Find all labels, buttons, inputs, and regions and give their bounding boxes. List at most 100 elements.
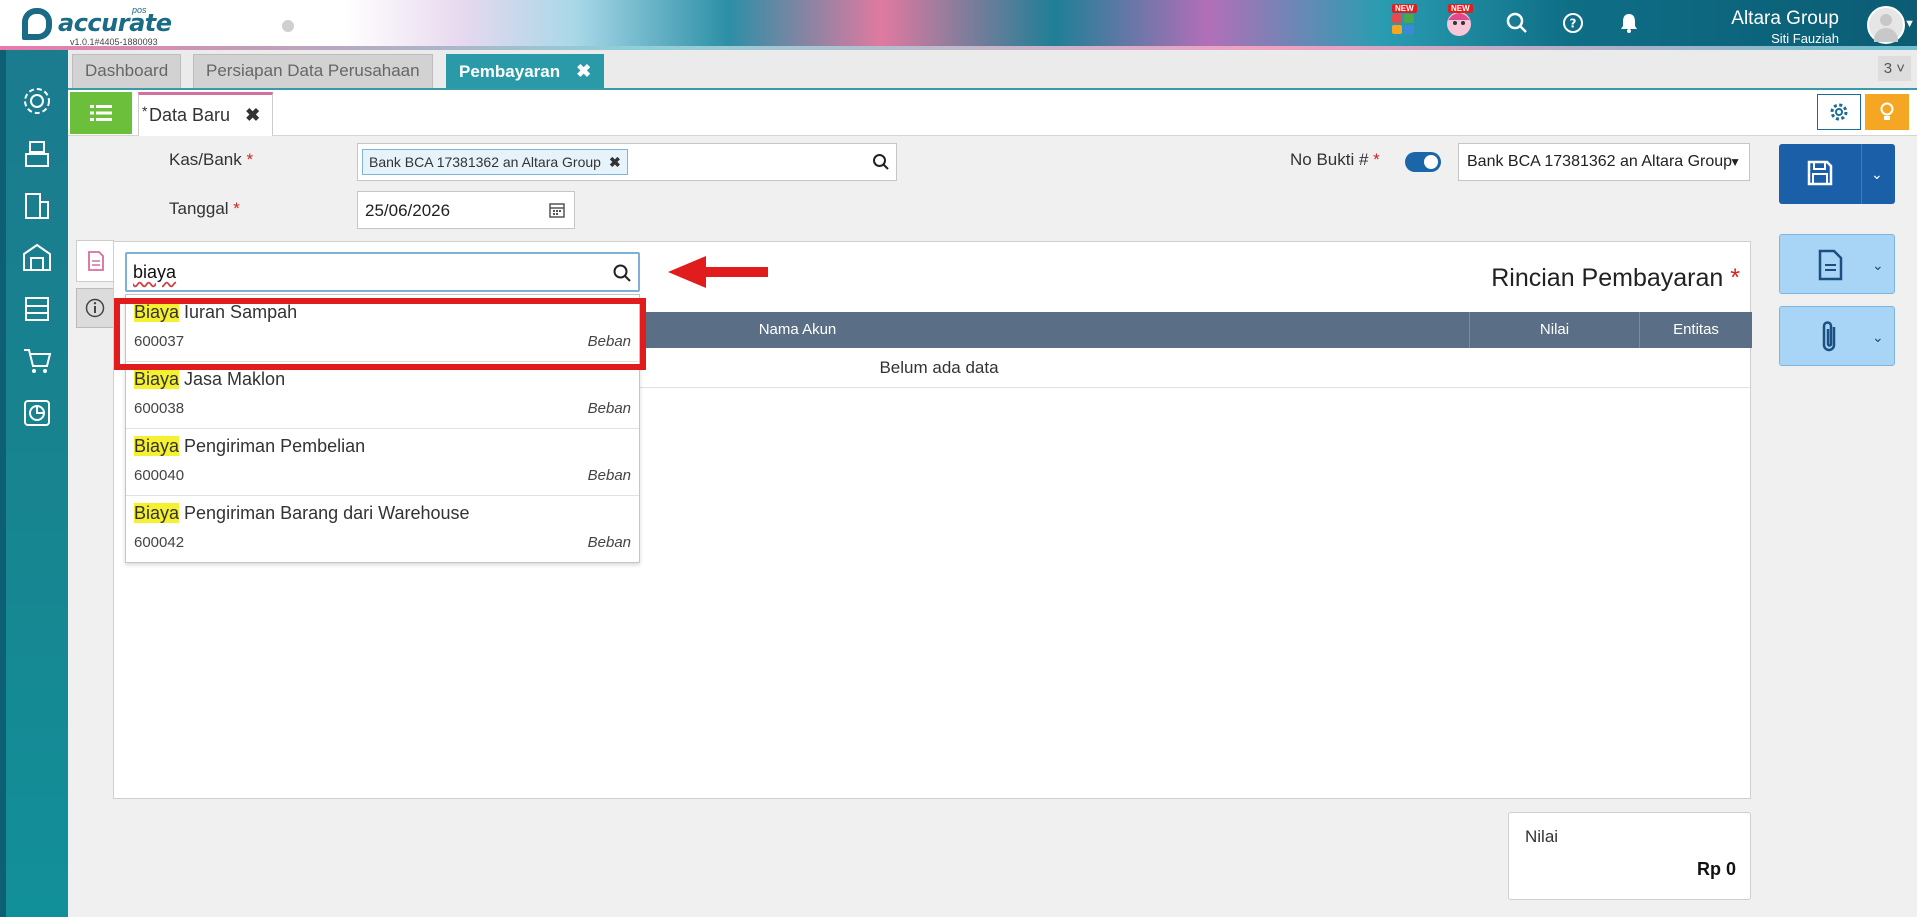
apps-grid-icon [1392, 14, 1414, 34]
gear-icon [1830, 103, 1848, 121]
info-icon [85, 298, 105, 318]
new-badge: NEW [1448, 4, 1473, 13]
annotation-arrow-icon [668, 256, 768, 288]
result-code: 600038 [134, 400, 185, 417]
nilai-label: Nilai [1525, 827, 1559, 846]
result-name: Biaya Pengiriman Pembelian [134, 436, 366, 456]
kas-bank-field[interactable]: Bank BCA 17381362 an Altara Group ✖ [357, 143, 897, 181]
inventory-icon[interactable] [20, 292, 54, 326]
tab-label: Dashboard [85, 61, 169, 80]
no-bukti-label: No Bukti # * [1290, 150, 1380, 169]
nilai-value: Rp 0 [1696, 859, 1736, 879]
kas-bank-label: Kas/Bank * [169, 150, 254, 169]
no-bukti-auto-toggle[interactable] [1405, 152, 1441, 172]
no-bukti-select-value: Bank BCA 17381362 an Altara Group [1467, 153, 1733, 170]
search-icon [1506, 12, 1527, 33]
apps-button[interactable]: NEW [1388, 4, 1418, 38]
nilai-summary: Nilai Rp 0 [1508, 812, 1751, 900]
divider [1861, 144, 1862, 204]
column-entitas[interactable]: Entitas [1639, 312, 1752, 348]
column-nilai[interactable]: Nilai [1469, 312, 1639, 348]
list-icon [90, 105, 112, 121]
document-icon [87, 251, 104, 271]
kas-bank-chip: Bank BCA 17381362 an Altara Group ✖ [362, 149, 628, 175]
save-disk-icon [1807, 160, 1833, 186]
report-chart-icon[interactable] [20, 396, 54, 430]
unsaved-marker: * [142, 103, 148, 119]
tab-dashboard[interactable]: Dashboard [72, 54, 182, 88]
panel-title: Rincian Pembayaran * [1491, 264, 1740, 292]
kas-bank-value: Bank BCA 17381362 an Altara Group [369, 154, 601, 170]
tanggal-field[interactable]: 25/06/2026 [357, 191, 575, 229]
tab-count-dropdown[interactable]: 3 ˅ [1877, 56, 1911, 81]
list-item[interactable]: Biaya Pengiriman Barang dari Warehouse 6… [126, 496, 639, 563]
result-type: Beban [587, 467, 631, 484]
attachment-button[interactable]: ⌄ [1779, 306, 1895, 366]
svg-text:?: ? [1570, 17, 1577, 31]
close-tab-icon[interactable]: ✖ [576, 61, 591, 81]
tab-count: 3 [1883, 60, 1893, 77]
list-view-button[interactable] [70, 92, 132, 134]
paperclip-icon [1822, 321, 1836, 352]
mascot-button[interactable]: NEW [1444, 4, 1474, 38]
sub-tab-bar: * Data Baru ✖ [68, 90, 1917, 136]
logo-mark-icon [22, 8, 52, 40]
new-badge: NEW [1392, 4, 1417, 13]
company-info[interactable]: Altara Group Siti Fauziah [1731, 8, 1839, 46]
remove-chip-icon[interactable]: ✖ [609, 154, 621, 170]
tab-label: Pembayaran [459, 62, 561, 81]
tab-persiapan-data[interactable]: Persiapan Data Perusahaan [193, 54, 433, 88]
search-icon[interactable] [872, 153, 890, 171]
detail-tab-info[interactable] [76, 288, 114, 328]
top-header: accurate pos v1.0.1#4405-1880093 NEW NEW… [0, 0, 1917, 50]
cashier-icon[interactable] [20, 136, 54, 170]
subtab-data-baru[interactable]: * Data Baru ✖ [138, 92, 274, 136]
bell-icon [1621, 14, 1637, 33]
app-version: v1.0.1#4405-1880093 [70, 37, 158, 47]
form-settings-button[interactable] [1817, 94, 1861, 130]
chevron-down-icon[interactable]: ▼ [1904, 18, 1915, 30]
left-sidebar [0, 50, 68, 917]
search-input-value: biaya [133, 262, 177, 282]
tips-button[interactable] [1865, 94, 1909, 130]
document-actions-button[interactable]: ⌄ [1779, 234, 1895, 294]
app-logo[interactable]: accurate pos v1.0.1#4405-1880093 [22, 5, 172, 47]
logo-text: accurate [58, 9, 172, 37]
help-button[interactable]: ? [1558, 8, 1588, 38]
tab-pembayaran[interactable]: Pembayaran ✖ [446, 54, 605, 88]
chevron-down-icon[interactable]: ⌄ [1872, 257, 1884, 274]
building-icon[interactable] [20, 188, 54, 222]
tanggal-label: Tanggal * [169, 199, 240, 218]
subtab-label: Data Baru [149, 105, 231, 125]
help-icon: ? [1563, 13, 1583, 33]
tanggal-value: 25/06/2026 [365, 201, 451, 220]
logo-pos: pos [132, 5, 147, 15]
search-icon[interactable] [612, 263, 632, 283]
tab-label: Persiapan Data Perusahaan [206, 61, 420, 80]
account-search-input[interactable]: biaya [125, 252, 640, 292]
calendar-icon[interactable] [548, 201, 566, 219]
notification-button[interactable] [1614, 8, 1644, 38]
lightbulb-icon [1880, 102, 1894, 120]
annotation-highlight-box [114, 298, 646, 370]
user-name: Siti Fauziah [1771, 31, 1839, 46]
result-code: 600042 [134, 534, 185, 551]
save-button[interactable]: ⌄ [1779, 144, 1895, 204]
detail-tab-document[interactable] [76, 240, 114, 282]
search-button[interactable] [1502, 8, 1532, 38]
company-name: Altara Group [1731, 8, 1839, 29]
chevron-down-icon[interactable]: ⌄ [1871, 166, 1883, 183]
list-item[interactable]: Biaya Pengiriman Pembelian 600040 Beban [126, 429, 639, 496]
status-dot-icon [282, 20, 294, 32]
document-icon [1818, 249, 1843, 281]
list-item[interactable]: Biaya Jasa Maklon 600038 Beban [126, 362, 639, 429]
result-code: 600040 [134, 467, 185, 484]
result-name: Biaya Pengiriman Barang dari Warehouse [134, 503, 470, 523]
warehouse-icon[interactable] [20, 240, 54, 274]
shopping-cart-icon[interactable] [20, 344, 54, 378]
settings-gear-icon[interactable] [20, 84, 54, 118]
chevron-down-icon[interactable]: ⌄ [1872, 329, 1884, 346]
no-bukti-select[interactable]: Bank BCA 17381362 an Altara Group ▼ [1458, 143, 1750, 181]
close-subtab-icon[interactable]: ✖ [245, 105, 260, 125]
avatar[interactable] [1867, 6, 1905, 44]
